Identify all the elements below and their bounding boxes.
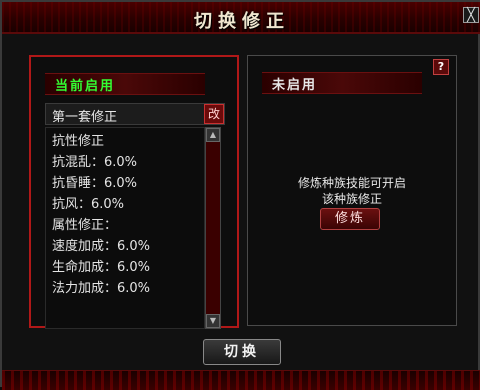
bottom-decorative-border bbox=[2, 370, 480, 390]
window-title: 切换修正 bbox=[194, 11, 290, 32]
stat-line: 抗风：6.0% bbox=[52, 197, 125, 212]
scroll-up-icon[interactable]: ▲ bbox=[206, 128, 220, 142]
stat-list: 抗性修正 抗混乱：6.0% 抗昏睡：6.0% 抗风：6.0% 属性修正： 速度加… bbox=[45, 127, 205, 329]
stat-line: 法力加成：6.0% bbox=[52, 281, 151, 296]
stat-line: 抗混乱：6.0% bbox=[52, 155, 138, 170]
stat-scrollbar[interactable]: ▲ ▼ bbox=[205, 127, 221, 329]
title-bar: 切换修正 ╳ bbox=[2, 2, 480, 34]
inactive-header: 未启用 bbox=[262, 72, 422, 94]
correction-set-selector[interactable]: 第一套修正 改 bbox=[45, 103, 225, 125]
set-name: 第一套修正 bbox=[52, 110, 118, 125]
switch-button[interactable]: 切换 bbox=[203, 339, 281, 365]
stat-line: 生命加成：6.0% bbox=[52, 260, 151, 275]
stat-heading-resistance: 抗性修正 bbox=[52, 134, 105, 149]
inactive-panel: 未启用 修炼种族技能可开启 该种族修正 修炼 bbox=[247, 55, 457, 326]
info-text-line1: 修炼种族技能可开启 bbox=[297, 176, 406, 190]
scroll-down-icon[interactable]: ▼ bbox=[206, 314, 220, 328]
close-button[interactable]: ╳ bbox=[463, 7, 479, 23]
stat-heading-attribute: 属性修正： bbox=[52, 218, 118, 233]
active-header: 当前启用 bbox=[45, 73, 205, 95]
active-panel: 当前启用 第一套修正 改 抗性修正 抗混乱：6.0% 抗昏睡：6.0% 抗风：6… bbox=[29, 55, 239, 329]
stat-line: 抗昏睡：6.0% bbox=[52, 176, 138, 191]
info-text-line2: 该种族修正 bbox=[321, 192, 382, 206]
inactive-header-label: 未启用 bbox=[272, 78, 318, 93]
active-header-label: 当前启用 bbox=[55, 79, 116, 94]
stat-line: 速度加成：6.0% bbox=[52, 239, 151, 254]
edit-button[interactable]: 改 bbox=[204, 104, 224, 124]
cultivate-button[interactable]: 修炼 bbox=[320, 208, 380, 230]
correction-switch-window: 切换修正 ╳ 当前启用 第一套修正 改 抗性修正 抗混乱：6.0% 抗昏睡：6.… bbox=[0, 0, 480, 390]
help-button[interactable]: ? bbox=[433, 59, 449, 75]
